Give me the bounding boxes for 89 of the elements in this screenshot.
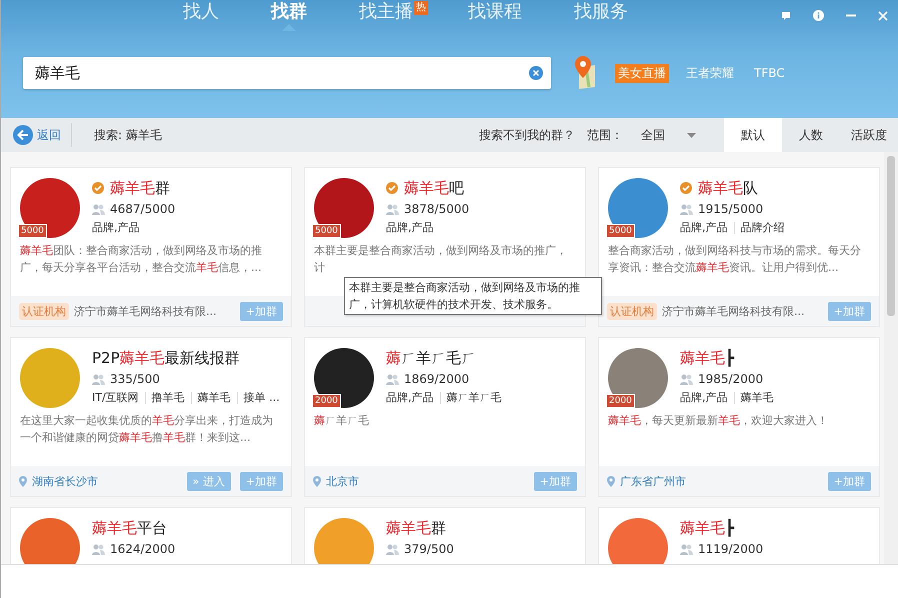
group-name[interactable]: 薅ㄏ羊ㄏ毛ㄏ [386,348,476,368]
scrollbar[interactable] [884,152,898,564]
certified-tag: 认证机构 [607,302,657,320]
member-count: 379/500 [404,542,454,556]
group-card[interactable]: P2P薅羊毛最新线报群 335/500 IT/互联网 撸羊毛 薅羊毛 接单 ... 在这里大家一起收集优质的羊毛分享出来，打造成为一个和谐健康的网贷薅羊毛撸羊毛群！来到这... 湖南省长沙市 » 进入 +加群 [10,337,292,497]
group-description: 薅ㄏ羊ㄏ毛 [314,413,370,429]
close-icon[interactable] [878,10,888,20]
description-tooltip: 本群主要是整合商家活动，做到网络及市场的推广，计算机软硬件的技术开发、技术服务。 [344,277,602,315]
members-icon [92,544,105,554]
group-card[interactable]: 2000 薅ㄏ羊ㄏ毛ㄏ 1869/2000 品牌,产品 薅ㄏ羊ㄏ毛 薅ㄏ羊ㄏ毛 北京市 +加群 [304,337,586,497]
group-name[interactable]: P2P薅羊毛最新线报群 [92,348,240,368]
members-icon [680,204,693,214]
range-dropdown[interactable]: 全国 [635,126,702,144]
location-link[interactable]: 北京市 [326,474,359,488]
members-icon [386,544,399,554]
capacity-badge: 2000 [312,394,341,408]
member-count: 1119/2000 [698,542,764,556]
caret-icon [687,132,696,138]
group-tag: 薅羊毛 [740,390,774,405]
search-field[interactable]: 薅羊毛 [23,57,551,89]
group-name[interactable]: 薅羊毛┣ [680,518,734,538]
capacity-badge: 5000 [312,224,341,238]
group-card[interactable]: 5000 薅羊毛群 4687/5000 品牌,产品 薅羊毛团队：整合商家活动，做到网络及市场的推广，每天分享各平台活动，整合交流羊毛信息，... 认证机构 济宁市薅羊毛网络科技有限... +加群 [10,167,292,327]
group-card[interactable]: 薅羊毛┣ 1119/2000 [598,507,880,564]
info-icon[interactable] [813,10,824,21]
members-icon [386,374,399,384]
location-pin-icon [313,476,321,486]
group-name[interactable]: 薅羊毛群 [110,178,170,198]
members-icon [386,204,399,214]
group-avatar [20,518,80,564]
group-description: 整合商家活动，做到网络科技与市场的需求。每天分享资讯：整合交流薅羊毛资讯。让用户得到优... [608,243,862,276]
members-icon [92,374,105,384]
location-pin-icon [607,476,615,486]
group-avatar [314,518,374,564]
group-description: 本群主要是整合商家活动，做到网络及市场的推广，计 [314,243,568,276]
organization-name: 济宁市薅羊毛网络科技有限... [662,304,804,318]
back-button[interactable]: 返回 [1,123,72,147]
member-count: 4687/5000 [110,202,176,216]
sort-tab[interactable]: 活跃度 [840,118,898,152]
group-tag: 品牌介绍 [740,220,784,235]
member-count: 1985/2000 [698,372,764,386]
group-description: 薅羊毛，每天更新最新羊毛，欢迎大家进入！ [608,413,829,429]
group-card[interactable]: 薅羊毛平台 1624/2000 [10,507,292,564]
member-count: 335/500 [110,372,160,386]
group-tag: 品牌,产品 [386,390,434,405]
member-count: 1915/5000 [698,202,764,216]
group-name[interactable]: 薅羊毛平台 [92,518,167,538]
group-tag: 品牌,产品 [386,220,434,235]
members-icon [92,204,105,214]
capacity-badge: 5000 [606,224,635,238]
group-description: 薅羊毛团队：整合商家活动，做到网络及市场的推广，每天分享各平台活动，整合交流羊毛信息，... [20,243,263,276]
group-tag: 品牌,产品 [680,220,728,235]
organization-name: 济宁市薅羊毛网络科技有限... [74,304,216,318]
hot-badge: 热 [414,1,428,15]
member-count: 1624/2000 [110,542,176,556]
members-icon [680,374,693,384]
group-tag: 接单 ... [244,390,280,405]
sort-tab[interactable]: 人数 [782,118,840,152]
members-icon [680,544,693,554]
group-tag: IT/互联网 [92,390,139,405]
group-avatar [608,518,668,564]
group-name[interactable]: 薅羊毛┣ [680,348,734,368]
group-name[interactable]: 薅羊毛群 [386,518,446,538]
group-card[interactable]: 2000 薅羊毛┣ 1985/2000 品牌,产品 薅羊毛 薅羊毛，每天更新最新羊毛，欢迎大家进入！ 广东省广州市 +加群 [598,337,880,497]
group-name[interactable]: 薅羊毛吧 [404,178,464,198]
certified-tag: 认证机构 [19,302,69,320]
sort-tab[interactable]: 默认 [724,118,782,152]
group-tag: 薅羊毛 [198,390,231,405]
group-card[interactable]: 5000 薅羊毛队 1915/5000 品牌,产品 品牌介绍 整合商家活动，做到网络科技与市场的需求。每天分享资讯：整合交流薅羊毛资讯。让用户得到优... 认证机构 济宁市薅羊毛网络科技有限... +加群 [598,167,880,327]
capacity-badge: 5000 [18,224,47,238]
group-description: 在这里大家一起收集优质的羊毛分享出来，打造成为一个和谐健康的网贷薅羊毛撸羊毛群！来到这... [20,413,274,446]
group-tag: 品牌,产品 [92,220,140,235]
group-tag: 撸羊毛 [152,390,185,405]
group-card[interactable]: 薅羊毛群 379/500 [304,507,586,564]
group-tag: 品牌,产品 [680,390,728,405]
member-count: 1869/2000 [404,372,470,386]
group-name[interactable]: 薅羊毛队 [698,178,758,198]
group-tag: 薅ㄏ羊ㄏ毛 [446,390,502,405]
scrollbar-thumb[interactable] [887,156,895,316]
search-query-label: 搜索: 薅羊毛 [94,126,162,144]
member-count: 3878/5000 [404,202,470,216]
capacity-badge: 2000 [606,394,635,408]
minimize-icon[interactable] [846,14,856,17]
range-label: 范围： [587,126,623,144]
clear-icon[interactable] [529,66,543,80]
cannot-find-link[interactable]: 搜索不到我的群？ [479,126,575,144]
location-link[interactable]: 湖南省长沙市 [32,474,98,488]
location-link[interactable]: 广东省广州市 [620,474,686,488]
location-pin-icon [19,476,27,486]
